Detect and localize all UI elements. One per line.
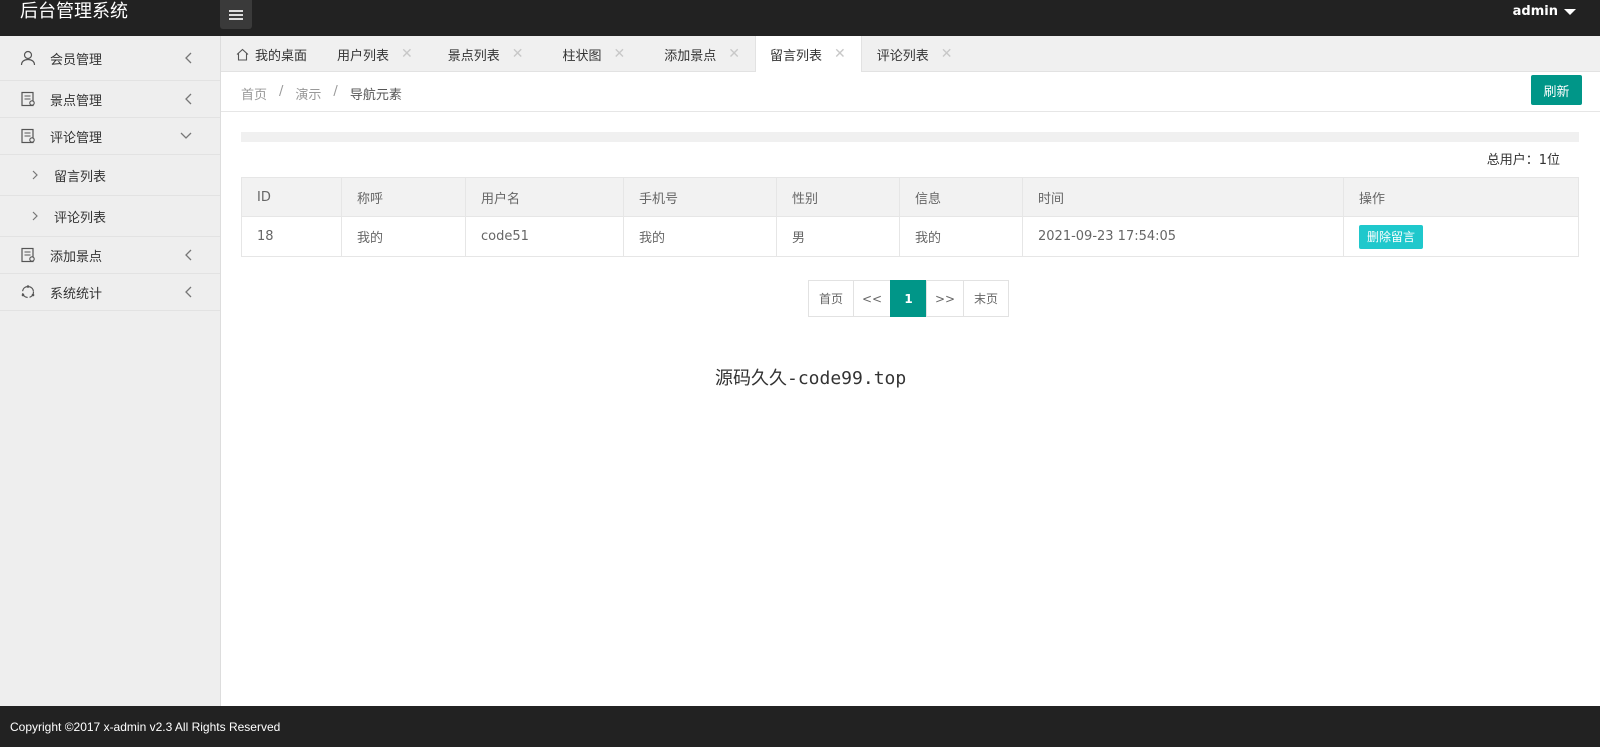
tab-bar-chart[interactable]: 柱状图 ✕ <box>539 36 641 72</box>
sidebar: 会员管理 景点管理 评论管理 留言列表 评论列表 添加景点 系统统计 <box>0 36 221 706</box>
document-icon <box>21 128 35 144</box>
breadcrumb-separator: / <box>333 84 338 99</box>
pager-current[interactable]: 1 <box>890 280 927 317</box>
cell-username: code51 <box>465 216 624 257</box>
tab-label: 添加景点 <box>664 48 717 64</box>
breadcrumb-current: 导航元素 <box>349 88 402 103</box>
pager-prev[interactable]: << <box>853 280 891 317</box>
tab-label: 评论列表 <box>876 48 929 64</box>
column-header: 称呼 <box>341 177 466 217</box>
sidebar-subitem-label: 评论列表 <box>54 210 107 226</box>
sidebar-item-label: 评论管理 <box>50 130 103 146</box>
tab-label: 景点列表 <box>447 48 500 64</box>
pager-first[interactable]: 首页 <box>808 280 854 317</box>
column-header: 性别 <box>776 177 900 217</box>
tab-user-list[interactable]: 用户列表 ✕ <box>322 36 428 72</box>
chevron-left-icon <box>185 286 192 298</box>
tab-message-list[interactable]: 留言列表 ✕ <box>755 36 862 72</box>
breadcrumb-home[interactable]: 首页 <box>241 84 267 103</box>
cell-gender: 男 <box>776 216 900 257</box>
watermark-text: 源码久久-code99.top <box>715 368 907 389</box>
cell-nickname: 我的 <box>341 216 466 257</box>
sidebar-item-members[interactable]: 会员管理 <box>0 36 220 81</box>
total-users: 总用户：1位 <box>1486 153 1560 168</box>
document-icon <box>21 247 35 263</box>
copyright-text: Copyright ©2017 x-admin v2.3 All Rights … <box>10 719 281 734</box>
chevron-down-icon <box>180 132 192 139</box>
column-header: 用户名 <box>465 177 624 217</box>
home-icon <box>236 48 249 61</box>
chevron-right-icon <box>32 170 38 180</box>
chevron-left-icon <box>185 93 192 105</box>
pagination: 首页 << 1 >> 末页 <box>808 280 1009 317</box>
user-menu[interactable]: admin <box>1513 4 1576 19</box>
tab-label: 柱状图 <box>562 48 602 64</box>
close-icon[interactable]: ✕ <box>401 46 413 62</box>
sidebar-subitem-label: 留言列表 <box>54 169 107 185</box>
chevron-left-icon <box>185 52 192 64</box>
refresh-button[interactable]: 刷新 <box>1531 75 1582 105</box>
cell-action: 删除留言 <box>1343 216 1579 257</box>
cell-info: 我的 <box>899 216 1023 257</box>
column-header: 信息 <box>899 177 1023 217</box>
chevron-left-icon <box>185 249 192 261</box>
user-name: admin <box>1512 4 1558 19</box>
tab-bar: 我的桌面 用户列表 ✕ 景点列表 ✕ 柱状图 ✕ 添加景点 ✕ 留言列表 ✕ 评… <box>221 36 1600 72</box>
breadcrumb-demo[interactable]: 演示 <box>295 84 321 103</box>
column-header: 手机号 <box>623 177 777 217</box>
cell-phone: 我的 <box>623 216 777 257</box>
tab-comment-list[interactable]: 评论列表 ✕ <box>862 36 968 72</box>
hamburger-icon <box>229 9 243 20</box>
tab-label: 我的桌面 <box>255 48 308 64</box>
column-header: 操作 <box>1343 177 1579 217</box>
table-header-row: ID 称呼 用户名 手机号 性别 信息 时间 操作 <box>241 177 1579 217</box>
top-header: 后台管理系统 admin <box>0 0 1600 36</box>
delete-message-button[interactable]: 删除留言 <box>1359 224 1424 249</box>
menu-toggle-button[interactable] <box>220 0 252 29</box>
chevron-right-icon <box>32 211 38 221</box>
user-icon <box>20 50 36 66</box>
breadcrumb-bar: 首页 / 演示 / 导航元素 刷新 <box>221 72 1600 112</box>
close-icon[interactable]: ✕ <box>512 46 524 62</box>
sidebar-item-statistics[interactable]: 系统统计 <box>0 274 220 311</box>
column-header: ID <box>241 177 342 217</box>
tab-desktop[interactable]: 我的桌面 <box>221 36 322 72</box>
sidebar-item-scenic[interactable]: 景点管理 <box>0 81 220 118</box>
caret-down-icon <box>1564 8 1576 15</box>
sidebar-item-comments[interactable]: 评论管理 <box>0 118 220 155</box>
tab-add-scenic[interactable]: 添加景点 ✕ <box>640 36 755 72</box>
sidebar-item-label: 景点管理 <box>50 93 103 109</box>
table-row: 18 我的 code51 我的 男 我的 2021-09-23 17:54:05… <box>241 216 1579 257</box>
sidebar-subitem-messages[interactable]: 留言列表 <box>0 155 220 196</box>
pager-last[interactable]: 末页 <box>963 280 1009 317</box>
tab-label: 留言列表 <box>770 48 823 64</box>
footer: Copyright ©2017 x-admin v2.3 All Rights … <box>0 706 1600 747</box>
message-table: ID 称呼 用户名 手机号 性别 信息 时间 操作 18 我的 code51 我… <box>241 177 1579 257</box>
close-icon[interactable]: ✕ <box>941 46 953 62</box>
close-icon[interactable]: ✕ <box>614 46 626 62</box>
column-header: 时间 <box>1022 177 1344 217</box>
sidebar-item-label: 系统统计 <box>50 286 103 302</box>
close-icon[interactable]: ✕ <box>728 46 740 62</box>
sidebar-item-label: 会员管理 <box>50 52 103 68</box>
sidebar-item-add-scenic[interactable]: 添加景点 <box>0 237 220 274</box>
tab-scenic-list[interactable]: 景点列表 ✕ <box>428 36 539 72</box>
cell-time: 2021-09-23 17:54:05 <box>1022 216 1344 257</box>
pager-next[interactable]: >> <box>926 280 964 317</box>
cell-id: 18 <box>241 216 342 257</box>
close-icon[interactable]: ✕ <box>834 46 846 62</box>
sidebar-item-label: 添加景点 <box>50 249 103 265</box>
tab-label: 用户列表 <box>337 48 390 64</box>
search-area <box>241 132 1579 142</box>
app-logo: 后台管理系统 <box>20 1 128 22</box>
breadcrumb: 首页 / 演示 / 导航元素 <box>241 84 402 103</box>
breadcrumb-separator: / <box>279 84 284 99</box>
sidebar-subitem-comments[interactable]: 评论列表 <box>0 196 220 237</box>
cycle-icon <box>21 285 35 299</box>
document-icon <box>21 91 35 107</box>
